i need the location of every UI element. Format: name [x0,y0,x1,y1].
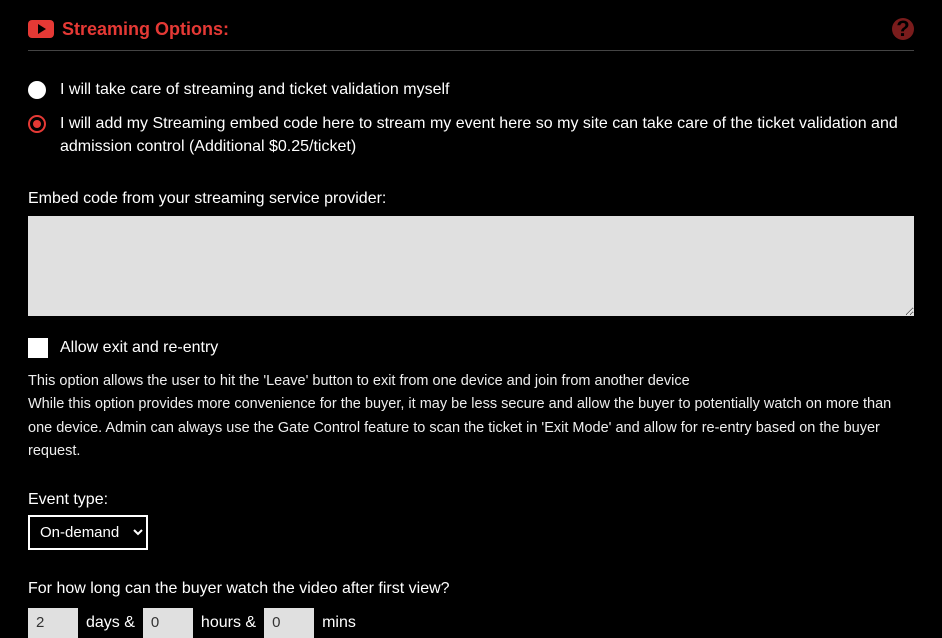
event-type-select[interactable]: On-demand [28,515,148,550]
radio-self-input[interactable] [28,81,46,99]
duration-hours-input[interactable] [143,608,193,638]
event-type-section: Event type: On-demand [28,491,914,550]
embed-code-label: Embed code from your streaming service p… [28,190,914,208]
event-type-label: Event type: [28,491,914,509]
duration-question-label: For how long can the buyer watch the vid… [28,580,914,598]
duration-mins-input[interactable] [264,608,314,638]
help-icon[interactable]: ? [892,18,914,40]
allow-exit-row: Allow exit and re-entry [28,338,914,358]
duration-hours-label: hours & [201,614,256,632]
allow-exit-help2: While this option provides more convenie… [28,393,914,463]
embed-code-textarea[interactable] [28,216,914,316]
duration-inputs-row: days & hours & mins [28,608,914,638]
play-icon [28,20,54,38]
header-left: Streaming Options: [28,19,229,40]
streaming-radio-group: I will take care of streaming and ticket… [28,79,914,158]
section-title: Streaming Options: [62,19,229,40]
duration-days-input[interactable] [28,608,78,638]
radio-option-self[interactable]: I will take care of streaming and ticket… [28,79,914,101]
radio-embed-input[interactable] [28,115,46,133]
radio-option-embed[interactable]: I will add my Streaming embed code here … [28,113,914,158]
embed-section: Embed code from your streaming service p… [28,190,914,316]
radio-embed-label: I will add my Streaming embed code here … [60,113,914,158]
section-header: Streaming Options: ? [28,0,914,51]
duration-days-label: days & [86,614,135,632]
allow-exit-help1: This option allows the user to hit the '… [28,370,914,393]
radio-self-label: I will take care of streaming and ticket… [60,79,450,101]
duration-mins-label: mins [322,614,356,632]
duration-section: For how long can the buyer watch the vid… [28,580,914,638]
allow-exit-label: Allow exit and re-entry [60,339,218,357]
allow-exit-checkbox[interactable] [28,338,48,358]
